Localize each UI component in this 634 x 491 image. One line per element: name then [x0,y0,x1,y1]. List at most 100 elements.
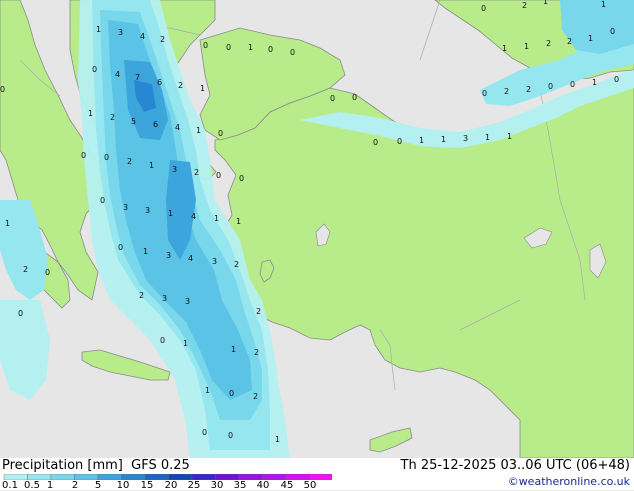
legend-tick-label: 5 [94,480,102,491]
legend-tick-label: 50 [303,480,317,491]
value-label: 0 [397,137,402,146]
value-label: 0 [481,4,486,13]
value-label: 0 [104,153,109,162]
value-label: 0 [373,138,378,147]
value-label: 2 [522,1,527,10]
value-label: 0 [548,82,553,91]
value-label: 0 [216,171,221,180]
legend-tick-label: 45 [280,480,294,491]
value-label: 6 [157,78,162,87]
value-label: 0 [100,196,105,205]
value-label: 1 [200,84,205,93]
value-label: 1 [485,133,490,142]
value-label: 0 [218,129,223,138]
legend-tick-label: 30 [210,480,224,491]
value-label: 0 [614,75,619,84]
value-label: 3 [145,206,150,215]
legend-tick-label: 40 [256,480,270,491]
value-label: 1 [231,345,236,354]
value-label: 0 [226,43,231,52]
map-title: Precipitation [mm] GFS 0.25 [2,458,190,473]
value-label: 0 [160,336,165,345]
value-label: 1 [419,136,424,145]
value-label: 7 [135,73,140,82]
value-label: 1 [502,44,507,53]
value-label: 0 [18,309,23,318]
precipitation-map: 3 4 2 0 0 1 0 0 0 2 1 0 4 7 6 2 1 1 2 5 … [0,0,634,459]
value-label: 4 [175,123,180,132]
value-label: 0 [0,85,5,94]
legend-tick-label: 10 [116,480,130,491]
value-label: 3 [162,294,167,303]
value-label: 0 [352,93,357,102]
footer: Precipitation [mm] GFS 0.25 Th 25-12-202… [0,458,634,491]
legend-ticks: 0.1 0.5 1 2 5 10 15 20 25 30 35 40 45 50 [0,480,330,491]
value-label: 3 [463,134,468,143]
legend-tick-label: 20 [164,480,178,491]
credit-link[interactable]: ©weatheronline.co.uk [508,475,630,488]
value-label: 2 [546,39,551,48]
value-label: 1 [588,34,593,43]
value-label: 0 [81,151,86,160]
value-label: 2 [194,168,199,177]
value-label: 3 [166,251,171,260]
valid-time: Th 25-12-2025 03..06 UTC (06+48) [400,458,631,473]
value-label: 2 [160,35,165,44]
value-label: 1 [143,247,148,256]
value-label: 0 [239,174,244,183]
value-label: 0 [45,268,50,277]
value-label: 1 [543,0,548,6]
value-label: 0 [610,27,615,36]
value-label: 1 [275,435,280,444]
value-label: 3 [212,257,217,266]
value-label: 1 [205,386,210,395]
value-label: 6 [153,120,158,129]
value-label: 1 [5,219,10,228]
value-label: 1 [183,339,188,348]
legend-tick-label: 2 [71,480,79,491]
value-label: 0 [203,41,208,50]
value-label: 4 [115,70,120,79]
value-label: 0 [570,80,575,89]
value-label: 1 [214,214,219,223]
value-label: 3 [118,28,123,37]
value-label: 1 [507,132,512,141]
value-label: 3 [185,297,190,306]
value-label: 2 [526,85,531,94]
value-label: 2 [256,307,261,316]
value-label: 2 [23,265,28,274]
legend-tick-label: 1 [46,480,54,491]
value-label: 0 [228,431,233,440]
value-label: 0 [202,428,207,437]
value-label: 0 [118,243,123,252]
value-label: 5 [131,117,136,126]
value-label: 0 [229,389,234,398]
legend-tick-label: 25 [187,480,201,491]
value-label: 0 [290,48,295,57]
value-label: 1 [88,109,93,118]
value-label: 2 [127,157,132,166]
value-label: 1 [248,43,253,52]
legend-tick-label: 35 [233,480,247,491]
value-label: 1 [236,217,241,226]
value-label: 1 [96,25,101,34]
value-label: 2 [178,81,183,90]
value-label: 2 [110,113,115,122]
value-label: 0 [330,94,335,103]
value-label: 4 [191,212,196,221]
value-label: 0 [268,45,273,54]
value-label: 4 [188,254,193,263]
value-label: 1 [168,209,173,218]
legend-tick-label: 0.5 [24,480,40,491]
value-label: 2 [254,348,259,357]
value-label: 1 [441,135,446,144]
legend-tick-label: 15 [140,480,154,491]
value-label: 2 [253,392,258,401]
map-svg: 3 4 2 0 0 1 0 0 0 2 1 0 4 7 6 2 1 1 2 5 … [0,0,634,459]
value-label: 1 [601,0,606,9]
value-label: 2 [567,37,572,46]
value-label: 0 [482,89,487,98]
value-label: 3 [123,203,128,212]
value-label: 1 [149,161,154,170]
legend-tick-label: 0.1 [2,480,18,491]
